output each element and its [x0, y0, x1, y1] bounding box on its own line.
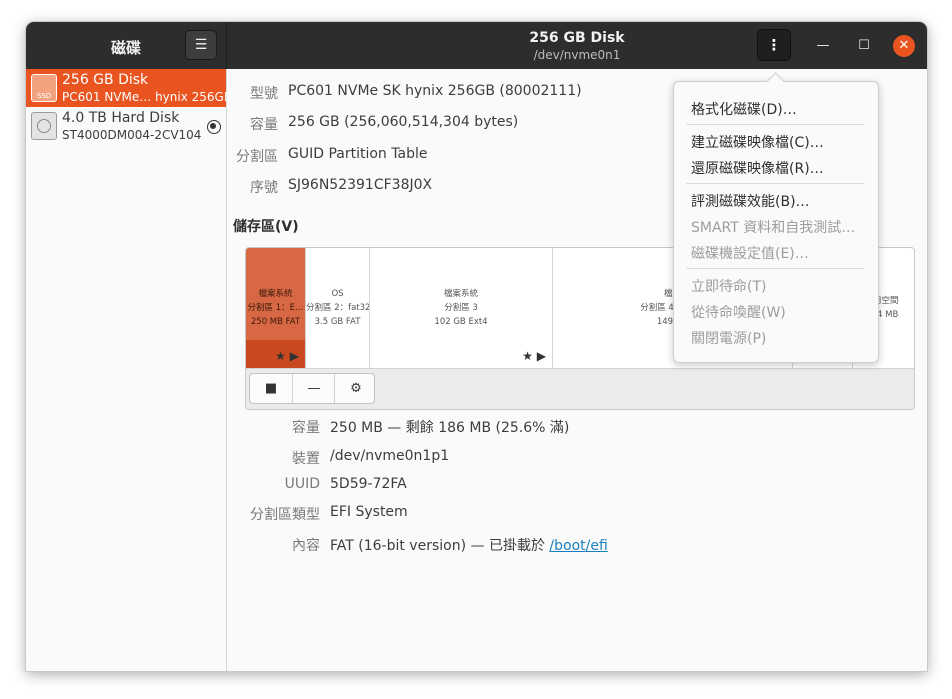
menu-separator [686, 124, 864, 125]
delete-partition-button[interactable]: — [292, 374, 335, 403]
drive-size: 容量 256 GB (256,060,514,304 bytes) [250, 114, 519, 133]
menu-separator [686, 183, 864, 184]
disk-list: SSD 256 GB Disk PC601 NVMe… hynix 256GB … [26, 69, 232, 671]
menu-separator [686, 268, 864, 269]
partition-contents: 內容 FAT (16-bit version) — 已掛載於 /boot/efi [292, 538, 608, 554]
unmount-button[interactable]: ■ [250, 374, 292, 403]
eject-icon[interactable] [207, 120, 221, 134]
partition-device: 裝置 /dev/nvme0n1p1 [292, 448, 450, 467]
disk-name: 4.0 TB Hard Disk [62, 110, 180, 126]
drive-menu-popover: 格式化磁碟(D)… 建立磁碟映像檔(C)… 還原磁碟映像檔(R)… 評測磁碟效能… [673, 72, 879, 363]
volume-partition-3[interactable]: 檔案系統 分割區 3 102 GB Ext4 ★ ▶ [370, 248, 553, 368]
disk-model: PC601 NVMe… hynix 256GB [62, 90, 233, 104]
disk-list-item-256gb[interactable]: SSD 256 GB Disk PC601 NVMe… hynix 256GB [26, 69, 232, 107]
disk-model: ST4000DM004-2CV104 [62, 128, 202, 142]
close-button[interactable]: ✕ [893, 35, 915, 57]
menu-item-standby: 立即待命(T) [691, 279, 767, 295]
menu-item-wake-up: 從待命喚醒(W) [691, 305, 786, 321]
minus-icon: — [307, 381, 321, 396]
stop-icon: ■ [264, 381, 278, 396]
sidebar-header: 磁碟 ☰ [26, 22, 227, 69]
hamburger-menu-button[interactable]: ☰ [185, 30, 217, 60]
menu-item-format-disk[interactable]: 格式化磁碟(D)… [691, 99, 797, 119]
drive-menu-button[interactable]: ⋮ [757, 29, 791, 61]
header-bar: 256 GB Disk /dev/nvme0n1 ⋮ — ☐ ✕ [227, 22, 927, 69]
minimize-icon: — [816, 38, 830, 53]
partition-size: 容量 250 MB — 剩餘 186 MB (25.6% 滿) [292, 420, 570, 436]
vertical-dots-icon: ⋮ [766, 36, 782, 54]
volumes-heading: 儲存區(V) [233, 219, 299, 235]
volume-toolbar: ■ — ⚙ [246, 368, 914, 409]
partition-type: 分割區類型 EFI System [250, 504, 408, 523]
minimize-button[interactable]: — [812, 35, 834, 57]
menu-item-power-off: 關閉電源(P) [691, 331, 767, 347]
disks-window: 磁碟 ☰ 256 GB Disk /dev/nvme0n1 ⋮ — ☐ ✕ SS… [26, 22, 927, 671]
mount-point-link[interactable]: /boot/efi [549, 538, 607, 554]
maximize-button[interactable]: ☐ [853, 35, 875, 57]
menu-item-smart: SMART 資料和自我測試… [691, 220, 856, 236]
partition-uuid: UUID 5D59-72FA [284, 476, 407, 492]
maximize-icon: ☐ [858, 38, 870, 53]
play-icon: ▶ [536, 349, 546, 363]
disk-list-item-4tb[interactable]: 4.0 TB Hard Disk ST4000DM004-2CV104 [26, 107, 226, 145]
hamburger-menu-icon: ☰ [194, 37, 208, 53]
menu-item-benchmark[interactable]: 評測磁碟效能(B)… [691, 191, 810, 211]
drive-serial: 序號 SJ96N52391CF38J0X [250, 177, 433, 196]
ssd-icon: SSD [31, 74, 57, 102]
volume-partition-1[interactable]: 檔案系統 分割區 1：E… 250 MB FAT ★ ▶ [246, 248, 306, 368]
star-icon: ★ [275, 349, 286, 363]
hard-disk-icon [31, 112, 57, 140]
star-icon: ★ [522, 349, 533, 363]
play-icon: ▶ [289, 349, 299, 363]
disk-name: 256 GB Disk [62, 72, 149, 88]
menu-item-drive-settings: 磁碟機設定值(E)… [691, 246, 809, 262]
gears-icon: ⚙ [350, 381, 362, 396]
drive-partitioning: 分割區 GUID Partition Table [236, 146, 428, 165]
volume-partition-2[interactable]: OS 分割區 2：fat32 3.5 GB FAT [306, 248, 370, 368]
drive-model: 型號 PC601 NVMe SK hynix 256GB (80002111) [250, 83, 582, 102]
close-icon: ✕ [898, 38, 910, 53]
partition-options-button[interactable]: ⚙ [334, 374, 374, 403]
menu-item-create-image[interactable]: 建立磁碟映像檔(C)… [691, 132, 824, 152]
menu-item-restore-image[interactable]: 還原磁碟映像檔(R)… [691, 158, 824, 178]
